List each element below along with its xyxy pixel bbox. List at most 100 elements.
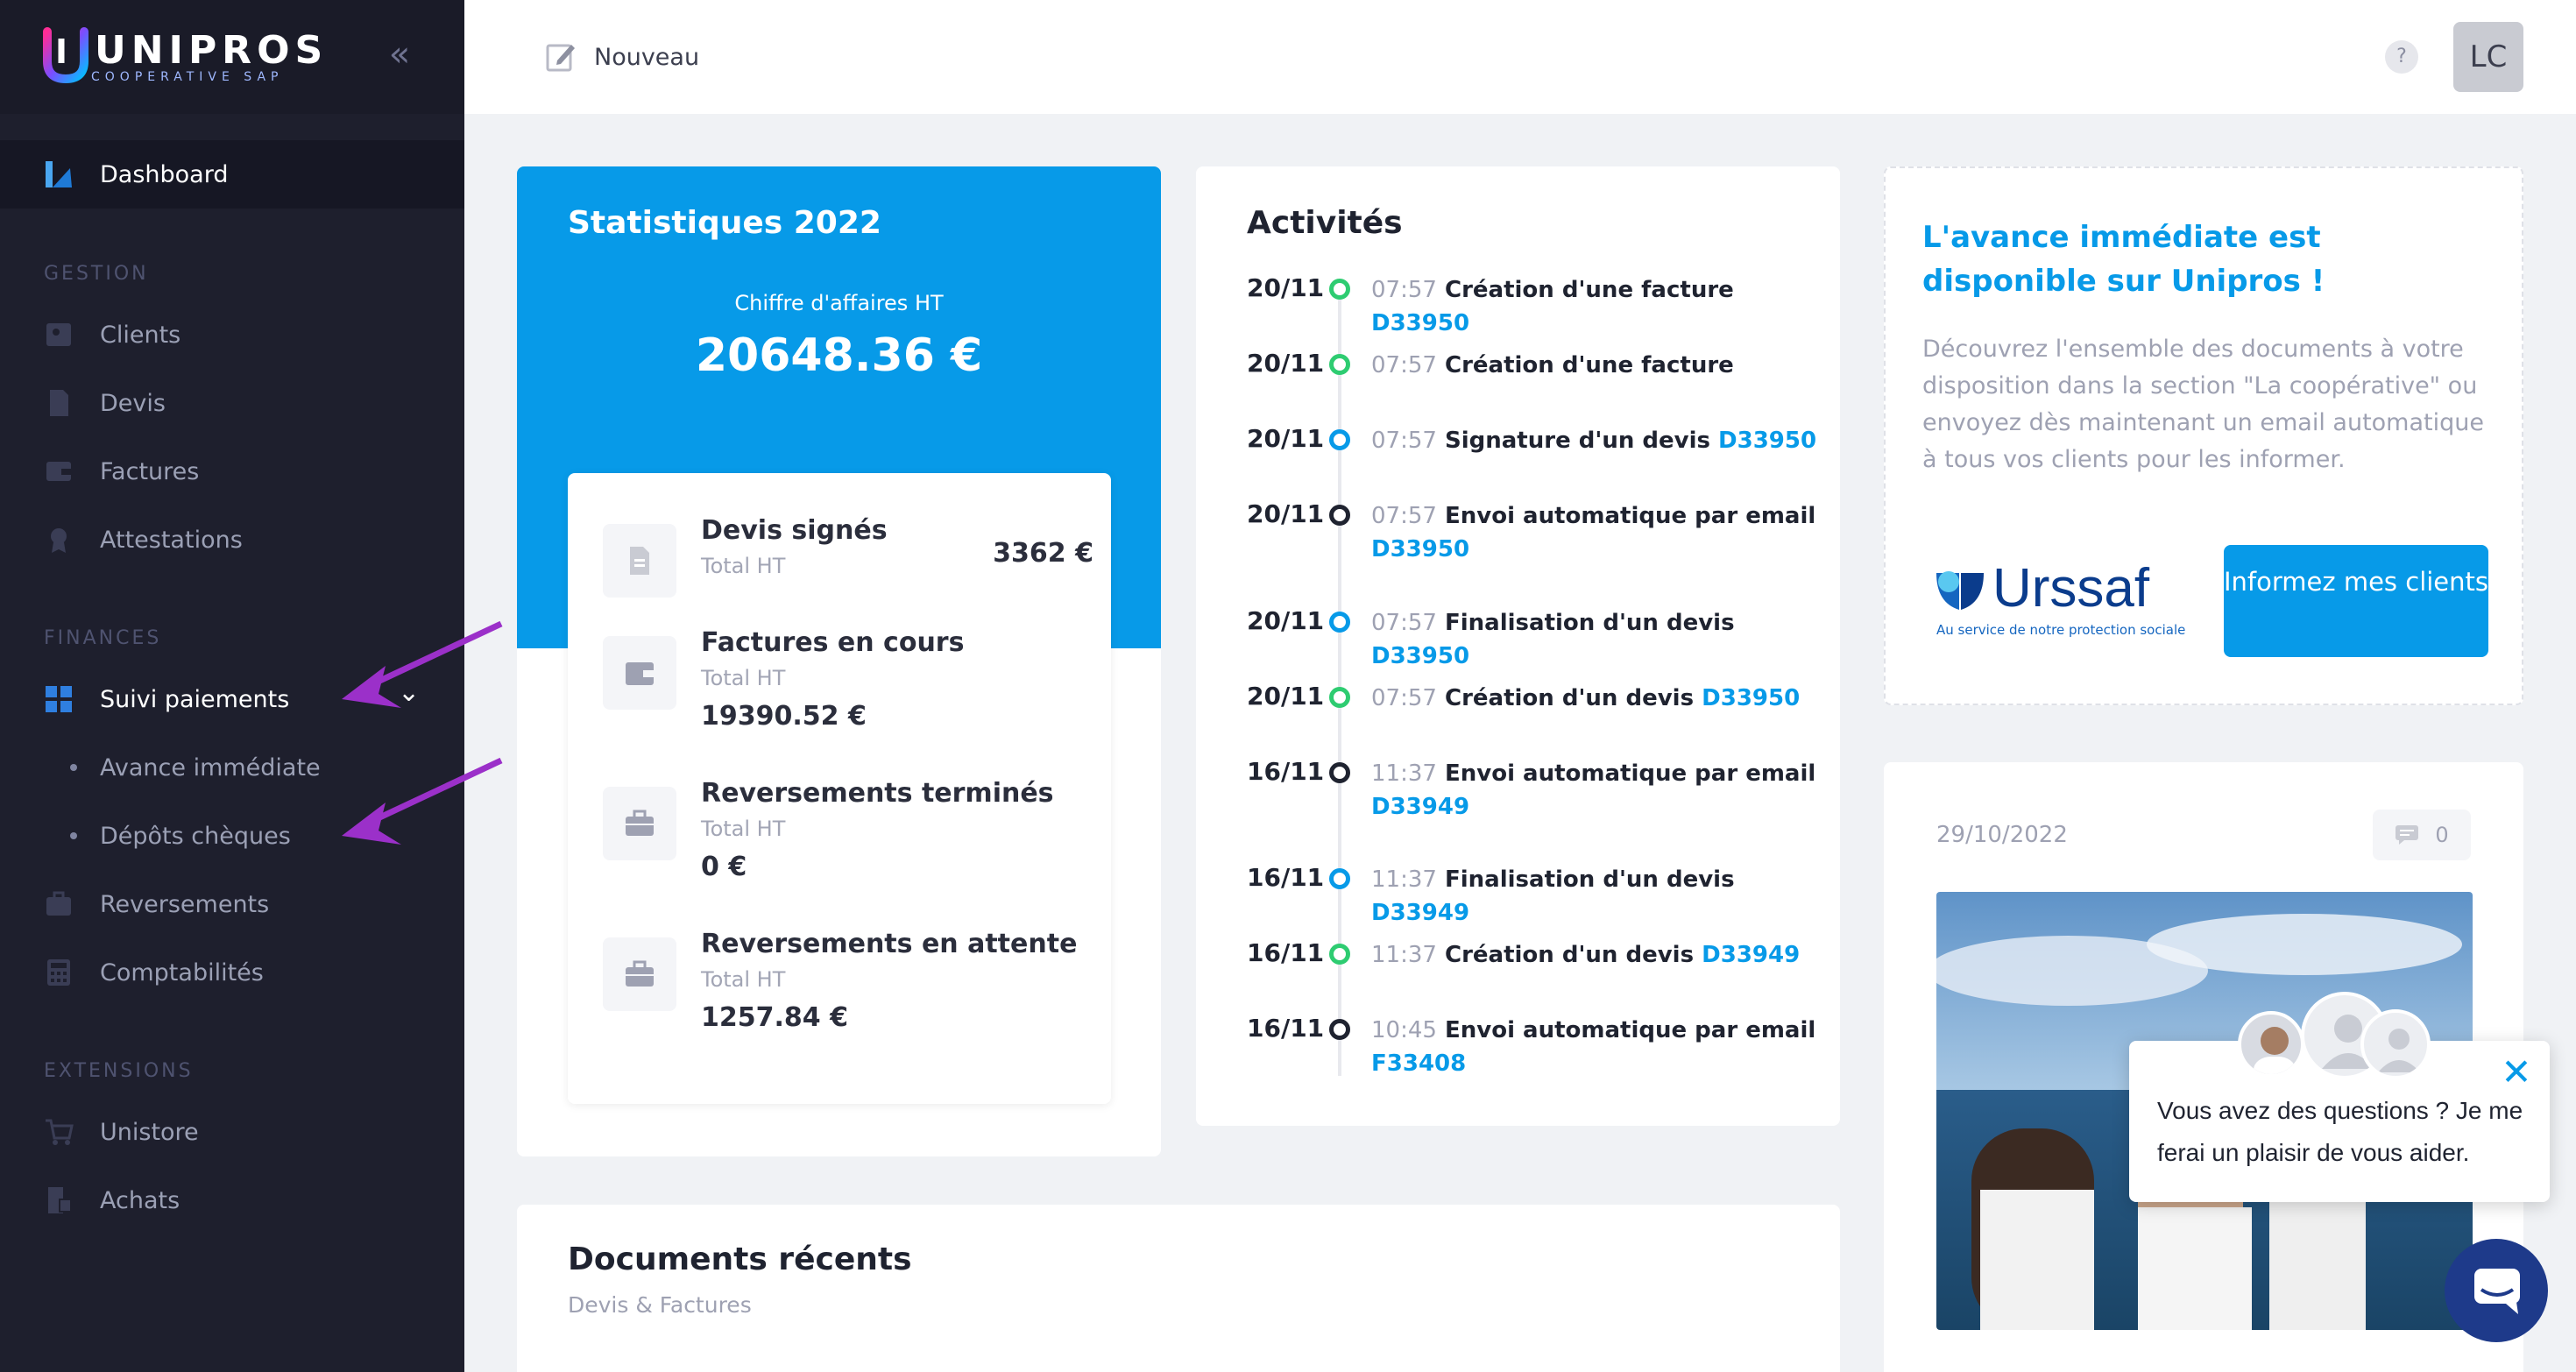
activity-description: Création d'une facture — [1445, 277, 1734, 303]
comment-icon — [2396, 825, 2419, 845]
reversements-icon — [46, 891, 71, 916]
activity-ref-link[interactable]: D33950 — [1371, 643, 1469, 669]
activity-status-icon — [1329, 505, 1350, 526]
sidebar-item-dashboard[interactable]: Dashboard — [0, 140, 464, 209]
sidebar-item-label: Dashboard — [100, 160, 229, 188]
sidebar-item-reversements[interactable]: Reversements — [0, 870, 464, 938]
sidebar-item-achats[interactable]: Achats — [0, 1166, 464, 1234]
activity-description: Envoi automatique par email — [1445, 760, 1816, 787]
user-placeholder-icon — [2360, 1009, 2431, 1079]
stat-value: 1257.84 € — [701, 1002, 848, 1033]
wallet-icon — [603, 636, 676, 710]
sidebar-item-clients[interactable]: Clients — [0, 301, 464, 369]
activity-status-icon — [1329, 762, 1350, 783]
agent-avatar — [2238, 1011, 2304, 1078]
attestations-icon — [51, 528, 67, 553]
promo-title: L'avance immédiate est disponible sur Un… — [1922, 220, 2325, 299]
sidebar-item-label: Achats — [100, 1186, 180, 1214]
stat-subtitle: Total HT — [701, 967, 786, 992]
sidebar-item-depots-cheques[interactable]: Dépôts chèques — [0, 802, 464, 870]
recent-documents-title: Documents récents — [568, 1241, 912, 1277]
brand-name: UNIPROS — [95, 28, 329, 73]
activity-description: Création d'une facture — [1445, 352, 1734, 378]
activity-description: Signature d'un devis — [1445, 428, 1710, 454]
activity-text: 07:57 Finalisation d'un devis D33950 — [1371, 606, 1827, 673]
factures-icon — [46, 462, 71, 481]
urssaf-promo-card: L'avance immédiate est disponible sur Un… — [1884, 166, 2523, 705]
sidebar-item-devis[interactable]: Devis — [0, 369, 464, 437]
urssaf-logo-icon — [1936, 571, 1984, 610]
sidebar-item-unistore[interactable]: Unistore — [0, 1098, 464, 1166]
sidebar-item-label: Suivi paiements — [100, 685, 290, 713]
activity-date: 20/11 — [1247, 424, 1325, 453]
chat-message: Vous avez des questions ? Je me ferai un… — [2157, 1097, 2523, 1166]
sidebar-item-label: Reversements — [100, 890, 270, 918]
sidebar: UNIPROS COOPERATIVE SAP « Dashboard GEST… — [0, 0, 464, 1372]
activity-ref-link[interactable]: D33949 — [1702, 942, 1800, 968]
document-icon — [603, 524, 676, 598]
activity-description: Création d'un devis — [1445, 685, 1695, 711]
activity-text: 07:57 Création d'une facture — [1371, 349, 1827, 382]
revenue-value: 20648.36 € — [695, 329, 983, 382]
activity-ref-link[interactable]: F33408 — [1371, 1050, 1466, 1077]
inform-clients-button[interactable]: Informez mes clients — [2224, 545, 2488, 657]
activity-time: 07:57 — [1371, 352, 1437, 378]
brand-tagline: COOPERATIVE SAP — [91, 70, 284, 84]
stat-value: 3362 € — [993, 538, 1093, 569]
bullet-icon — [70, 832, 77, 839]
activity-status-icon — [1329, 687, 1350, 708]
activity-date: 20/11 — [1247, 499, 1325, 528]
user-avatar[interactable]: LC — [2453, 22, 2523, 92]
sidebar-item-comptabilites[interactable]: Comptabilités — [0, 938, 464, 1007]
promo-description: Découvrez l'ensemble des documents à vot… — [1922, 336, 2484, 473]
new-document-button[interactable]: Nouveau — [545, 35, 699, 79]
section-finances: FINANCES — [44, 627, 162, 649]
activity-time: 07:57 — [1371, 610, 1437, 636]
sidebar-item-suivi-paiements[interactable]: Suivi paiements ⌄ — [0, 665, 464, 733]
activity-time: 10:45 — [1371, 1017, 1437, 1043]
activity-ref-link[interactable]: D33950 — [1371, 536, 1469, 562]
activity-date: 16/11 — [1247, 1014, 1325, 1043]
urssaf-tagline: Au service de notre protection sociale — [1936, 622, 2186, 638]
activity-description: Envoi automatique par email — [1445, 503, 1816, 529]
activity-text: 07:57 Création d'une facture D33950 — [1371, 273, 1827, 340]
sidebar-item-avance-immediate[interactable]: Avance immédiate — [0, 733, 464, 802]
sidebar-item-label: Unistore — [100, 1118, 199, 1146]
sidebar-item-label: Attestations — [100, 526, 243, 554]
help-button[interactable]: ? — [2385, 40, 2418, 74]
comments-button[interactable]: 0 — [2373, 810, 2471, 860]
activity-date: 16/11 — [1247, 863, 1325, 892]
sidebar-item-label: Comptabilités — [100, 958, 264, 987]
new-label: Nouveau — [594, 43, 700, 71]
activity-ref-link[interactable]: D33949 — [1371, 794, 1469, 820]
activity-date: 16/11 — [1247, 757, 1325, 786]
activity-status-icon — [1329, 944, 1350, 965]
activities-title: Activités — [1247, 205, 1403, 241]
briefcase-icon — [603, 937, 676, 1011]
stats-card: Statistiques 2022 Chiffre d'affaires HT … — [517, 166, 1161, 1156]
chat-popup: ✕ Vous avez des questions ? Je me ferai … — [2129, 992, 2550, 1202]
calculator-icon — [47, 959, 70, 986]
collapse-sidebar-button[interactable]: « — [382, 37, 417, 74]
devis-icon — [50, 390, 68, 416]
activity-ref-link[interactable]: D33949 — [1371, 900, 1469, 926]
stats-list: Devis signés Total HT 3362 € Factures en… — [568, 473, 1111, 1104]
activity-ref-link[interactable]: D33950 — [1718, 428, 1816, 454]
activity-ref-link[interactable]: D33950 — [1702, 685, 1800, 711]
logo-area: UNIPROS COOPERATIVE SAP « — [0, 0, 464, 114]
activity-status-icon — [1329, 354, 1350, 375]
sidebar-item-attestations[interactable]: Attestations — [0, 506, 464, 574]
chat-launcher-button[interactable] — [2445, 1239, 2548, 1342]
activity-status-icon — [1329, 612, 1350, 633]
stat-title: Reversements terminés — [701, 778, 1054, 809]
close-icon[interactable]: ✕ — [2497, 1054, 2536, 1093]
stat-value: 19390.52 € — [701, 701, 867, 732]
top-header: Nouveau ? LC — [464, 0, 2576, 114]
activity-ref-link[interactable]: D33950 — [1371, 310, 1469, 336]
sidebar-item-factures[interactable]: Factures — [0, 437, 464, 506]
urssaf-logo: Urssaf Au service de notre protection so… — [1935, 561, 2189, 640]
recent-documents-card: Documents récents Devis & Factures — [517, 1205, 1840, 1372]
activity-date: 20/11 — [1247, 682, 1325, 711]
bullet-icon — [70, 764, 77, 771]
activity-date: 20/11 — [1247, 273, 1325, 302]
